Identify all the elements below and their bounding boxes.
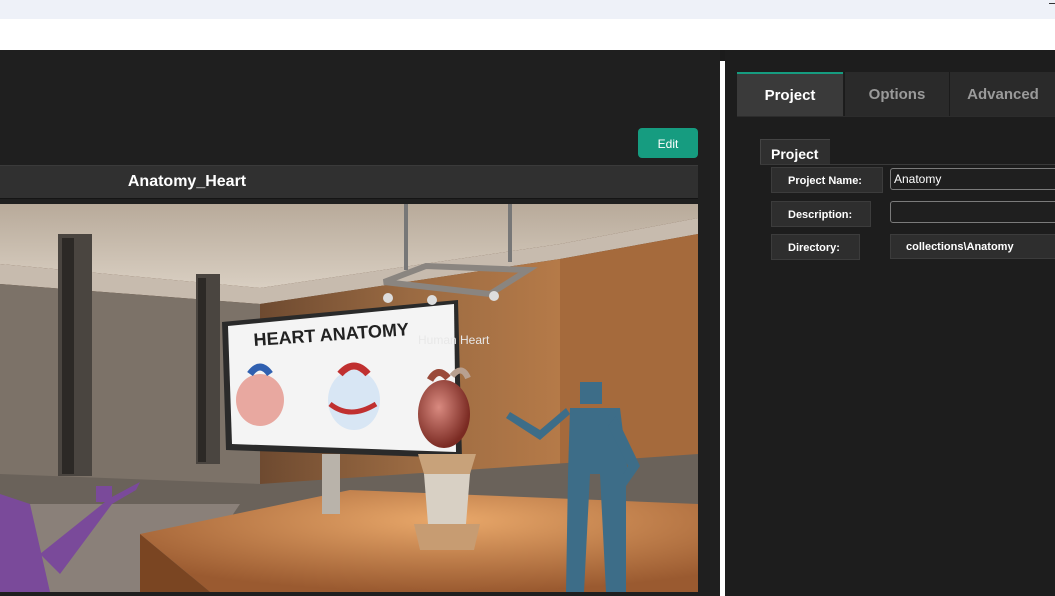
tab-separator [737, 116, 1055, 117]
property-tabs: Project Options Advanced [737, 72, 1055, 116]
tab-options[interactable]: Options [844, 72, 949, 116]
top-strip [0, 0, 1055, 19]
group-divider [760, 164, 1055, 165]
minimize-icon[interactable] [1049, 3, 1055, 4]
project-name-label: Project Name: [771, 167, 883, 193]
tab-advanced[interactable]: Advanced [949, 72, 1055, 116]
properties-pane [725, 50, 1055, 596]
menu-bar [0, 19, 1055, 50]
description-input[interactable] [890, 201, 1055, 223]
edit-button[interactable]: Edit [638, 128, 698, 158]
directory-value: collections\Anatomy [890, 234, 1055, 259]
scene-render: HEART ANATOMY Human Heart [0, 204, 698, 592]
tab-project[interactable]: Project [737, 72, 843, 116]
hover-label: Human Heart [418, 333, 490, 347]
scene-viewport[interactable]: HEART ANATOMY Human Heart [0, 204, 698, 592]
project-group-label: Project [760, 139, 830, 165]
scene-title-bar: Anatomy_Heart [0, 165, 698, 199]
description-label: Description: [771, 201, 871, 227]
project-name-input[interactable] [890, 168, 1055, 190]
directory-label: Directory: [771, 234, 860, 260]
scene-title: Anatomy_Heart [127, 173, 247, 190]
